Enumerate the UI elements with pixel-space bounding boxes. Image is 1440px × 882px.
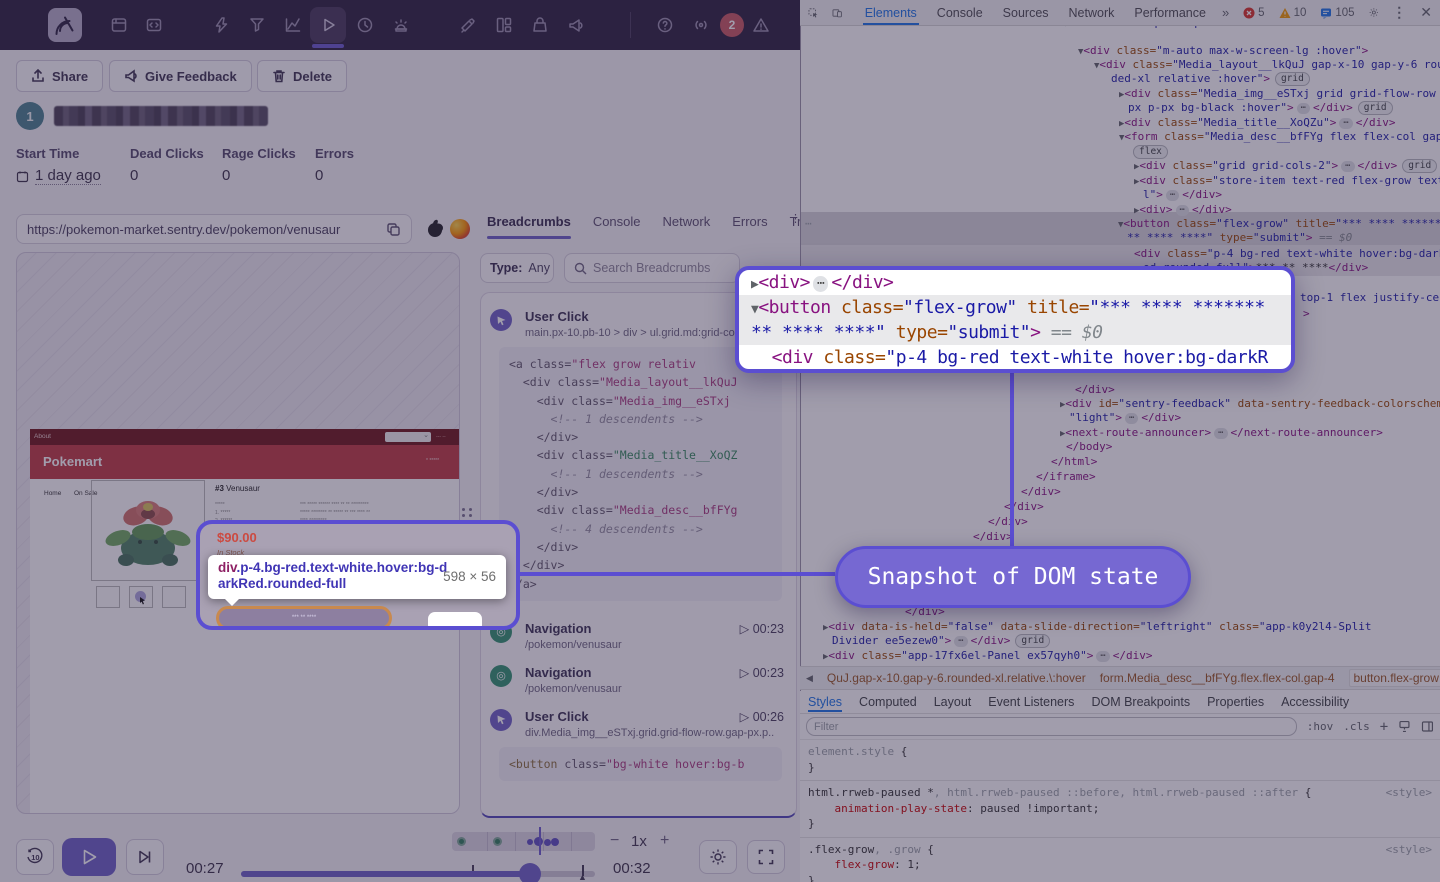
snapshot-annotation-pill: Snapshot of DOM state [835,546,1191,608]
snapshot-annotation-label: Snapshot of DOM state [868,564,1159,590]
code-token: "p-4 bg-red text-white hover:bg-darkR [885,347,1267,368]
callout-code-row: <div class="p-4 bg-red text-white hover:… [739,345,1291,370]
code-token: "submit" [947,322,1030,343]
code-token: > [1030,322,1040,343]
dom-snippet-callout: ▶<div>⋯</div>▼<button class="flex-grow" … [735,266,1295,373]
code-token: ⋯ [813,276,828,292]
callout-code-row: ▼<button class="flex-grow" title="*** **… [739,295,1291,320]
code-token: class= [813,347,885,368]
code-token: </div> [831,272,893,293]
tooltip-classes-1: .p-4.bg-red.text-white.hover:bg-d [237,560,448,575]
code-token: <div> [758,272,810,293]
tooltip-pointer [224,598,240,606]
tooltip-dimensions: 598 × 56 [443,569,496,585]
highlighted-submit-button[interactable]: *** ** **** [216,606,392,630]
tooltip-tag: div [218,560,237,575]
inspect-tooltip: div.p-4.bg-red.text-white.hover:bg-d ark… [208,555,506,599]
screenshot-root: 2 Share Give Feedback Delete 1 Start Tim… [0,0,1440,882]
callout-code-row: ▶<div>⋯</div> [739,270,1291,295]
code-token: title= [1017,297,1089,318]
code-token: "flex-grow" [903,297,1017,318]
annotation-connector-vertical [1010,371,1014,548]
annotation-connector-horizontal [520,572,835,576]
inspect-highlight-frame: $90.00 In Stock div.p-4.bg-red.text-whit… [196,520,520,630]
code-token: class= [831,297,903,318]
code-token: type= [885,322,947,343]
site-white-pill [428,612,482,630]
tooltip-classes-2: arkRed.rounded-full [218,576,346,591]
redacted-button-text: *** ** **** [292,615,316,621]
code-token: ** **** ****" [751,322,885,343]
code-token: "*** **** ******* [1089,297,1265,318]
code-token: <div [751,347,813,368]
callout-code-row: ** **** ****" type="submit"> == $0 [739,320,1291,345]
code-token: == $0 [1040,322,1102,343]
code-token: <button [758,297,830,318]
dim-overlay [0,0,1440,882]
product-price: $90.00 [217,530,257,545]
